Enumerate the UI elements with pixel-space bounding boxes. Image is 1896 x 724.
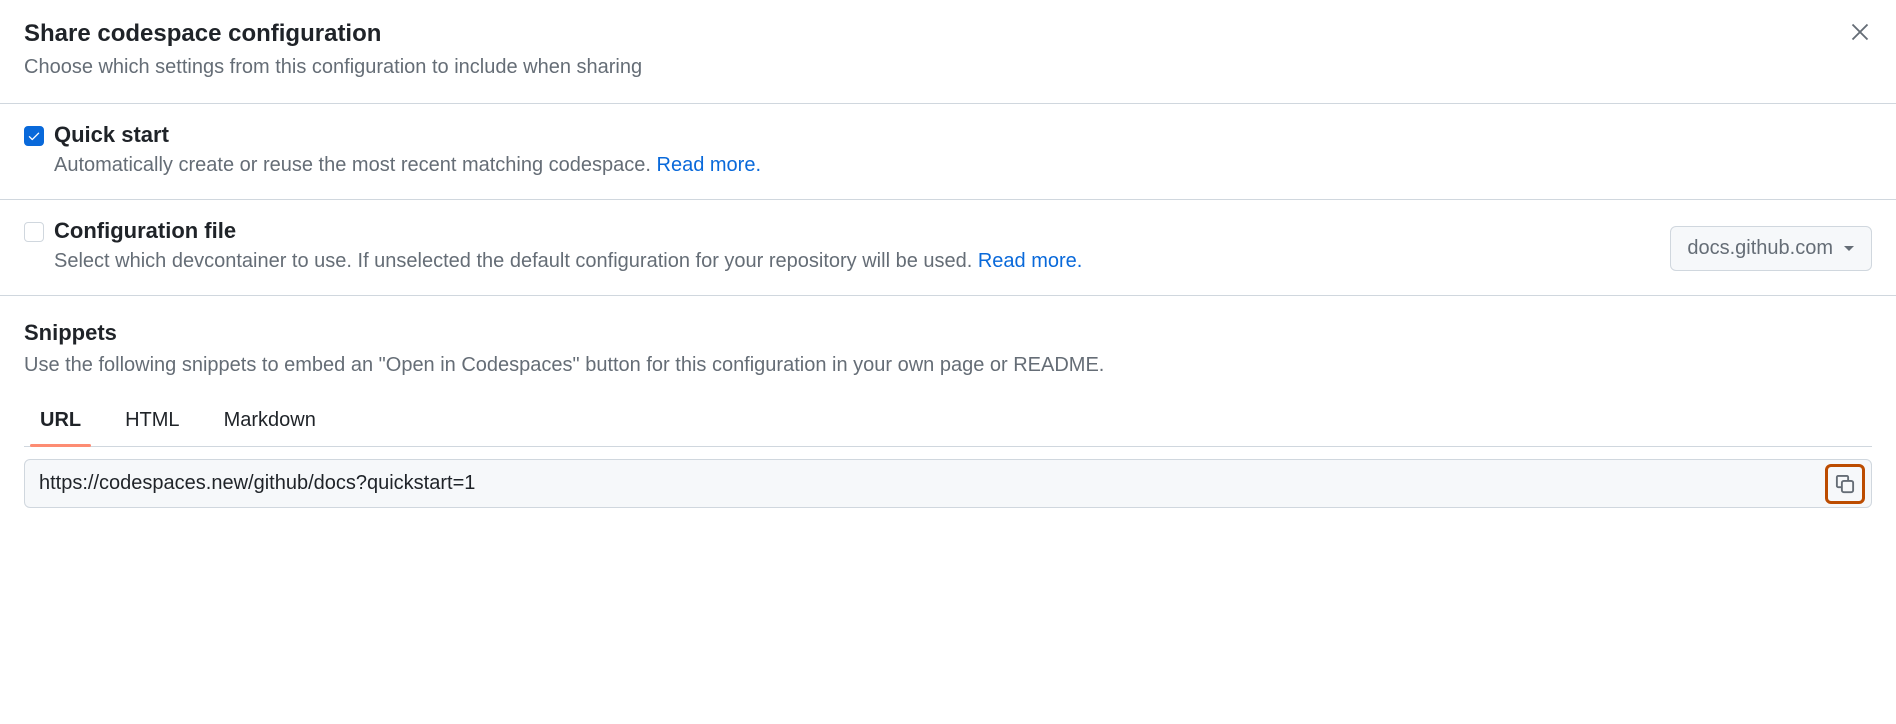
copy-button[interactable] [1825,464,1865,504]
configfile-select-wrapper: docs.github.com [1670,218,1872,271]
tab-markdown[interactable]: Markdown [220,401,320,446]
devcontainer-select-value: docs.github.com [1687,237,1833,260]
close-icon [1850,22,1870,42]
snippet-tabs: URL HTML Markdown [24,401,1872,447]
snippets-description: Use the following snippets to embed an "… [24,354,1872,377]
checkmark-icon [27,129,41,143]
copy-icon [1835,474,1855,494]
configfile-read-more-link[interactable]: Read more. [978,250,1083,272]
quickstart-title: Quick start [54,122,1872,148]
dialog-header: Share codespace configuration Choose whi… [0,0,1896,104]
dialog-subtitle: Choose which settings from this configur… [24,56,1872,79]
configfile-description: Select which devcontainer to use. If uns… [54,250,1660,273]
snippet-value-box: https://codespaces.new/github/docs?quick… [24,459,1872,508]
option-quickstart: Quick start Automatically create or reus… [0,104,1896,200]
snippets-section: Snippets Use the following snippets to e… [0,296,1896,508]
close-button[interactable] [1850,22,1870,42]
quickstart-description: Automatically create or reuse the most r… [54,154,1872,177]
share-codespace-dialog: Share codespace configuration Choose whi… [0,0,1896,508]
tab-url[interactable]: URL [36,401,85,446]
quickstart-checkbox[interactable] [24,126,44,146]
devcontainer-select[interactable]: docs.github.com [1670,226,1872,271]
configfile-checkbox[interactable] [24,222,44,242]
caret-down-icon [1843,244,1855,254]
configfile-title: Configuration file [54,218,1660,244]
snippets-title: Snippets [24,320,1872,346]
option-configuration-file: Configuration file Select which devconta… [0,200,1896,296]
quickstart-read-more-link[interactable]: Read more. [657,154,762,176]
snippet-value[interactable]: https://codespaces.new/github/docs?quick… [39,472,475,495]
configfile-body: Configuration file Select which devconta… [54,218,1660,273]
quickstart-body: Quick start Automatically create or reus… [54,122,1872,177]
tab-html[interactable]: HTML [121,401,183,446]
dialog-title: Share codespace configuration [24,20,1872,48]
